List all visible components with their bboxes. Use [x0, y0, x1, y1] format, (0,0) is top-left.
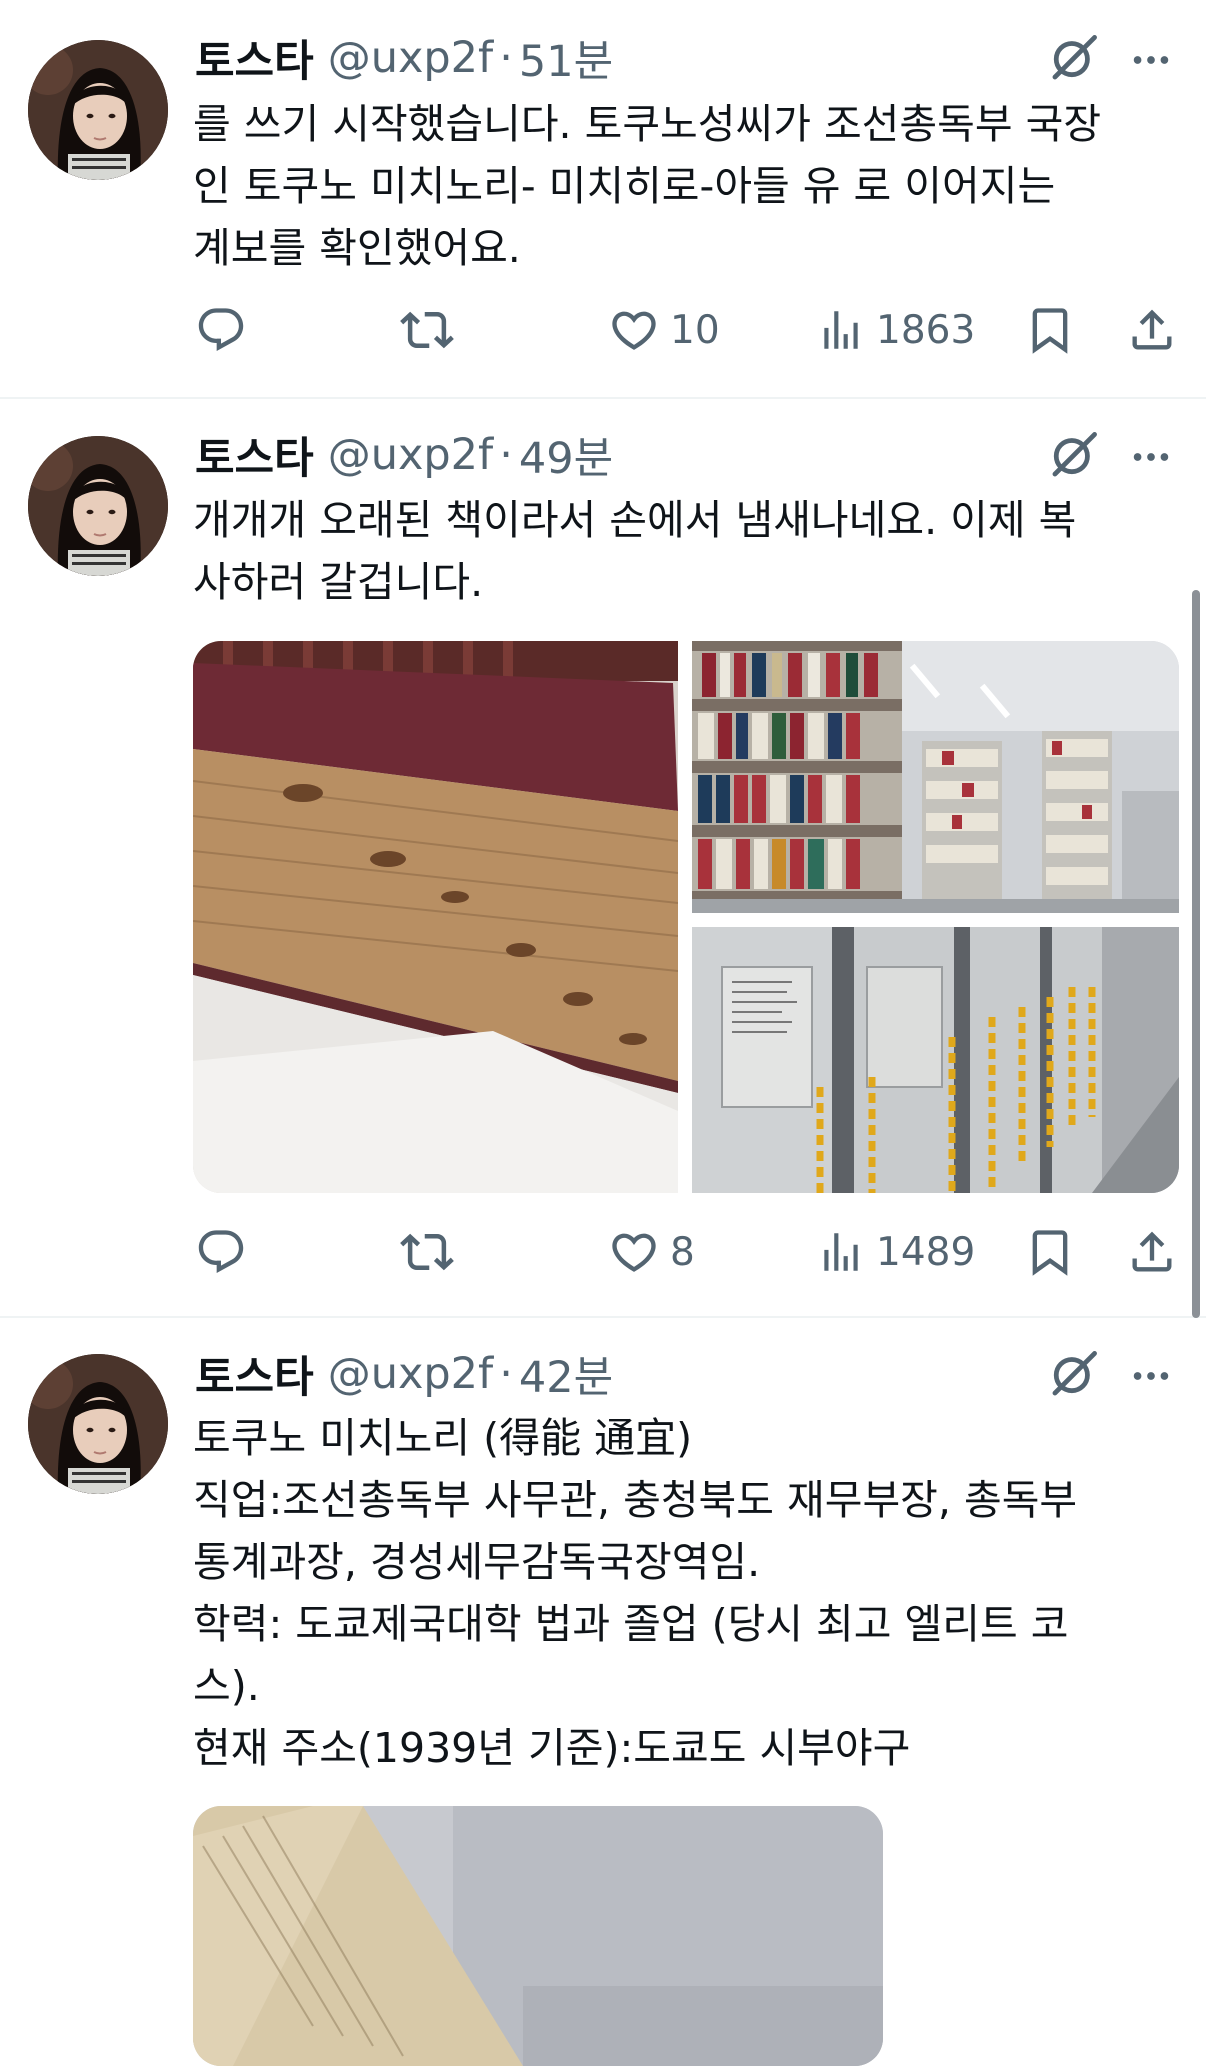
tweet-1[interactable]: 토스타 @uxp2f · 51분 를 쓰기 시작했습니다. 토쿠노성씨가 조선총…: [0, 0, 1206, 395]
like-count: 10: [670, 307, 720, 353]
share-button[interactable]: [1126, 1222, 1178, 1282]
separator-dot: ·: [499, 33, 513, 83]
separator-dot: ·: [499, 1349, 513, 1399]
grok-icon[interactable]: [1048, 1348, 1100, 1400]
tweet-text-line: 통계과장, 경성세무감독국장역임.: [193, 1538, 761, 1586]
tweet-time[interactable]: 49분: [519, 424, 613, 486]
share-icon: [1126, 1226, 1178, 1278]
bookmark-icon: [1024, 304, 1076, 356]
media-grid: [193, 641, 1179, 1193]
more-icon[interactable]: [1128, 37, 1174, 83]
tweet-text: 개개개 오래된 책이라서 손에서 냄새나네요. 이제 복 사하러 갈겁니다.: [193, 489, 1183, 613]
author-name[interactable]: 토스타: [195, 1343, 314, 1405]
reply-icon: [195, 304, 247, 356]
tweet-text-line: 사하러 갈겁니다.: [193, 558, 484, 606]
views-icon: [816, 305, 866, 355]
tweet-text-line: 스).: [193, 1662, 260, 1710]
retweet-button[interactable]: [400, 300, 454, 360]
author-name[interactable]: 토스타: [195, 27, 314, 89]
tweet-actions: 8 1489: [0, 1222, 1206, 1282]
like-button[interactable]: 10: [608, 300, 720, 360]
media-image-shelves[interactable]: [692, 927, 1179, 1193]
book-photo: [193, 641, 678, 1193]
reply-button[interactable]: [195, 300, 247, 360]
author-handle[interactable]: @uxp2f: [328, 1349, 494, 1399]
share-button[interactable]: [1126, 300, 1178, 360]
tweet-text-line: 를 쓰기 시작했습니다. 토쿠노성씨가 조선총독부 국장: [193, 100, 1102, 148]
views-count: 1863: [876, 307, 976, 353]
heart-icon: [608, 304, 660, 356]
tweet-header: 토스타 @uxp2f · 51분: [195, 28, 613, 88]
tweet-text-line: 학력: 도쿄제국대학 법과 졸업 (당시 최고 엘리트 코: [193, 1600, 1069, 1648]
grok-icon[interactable]: [1048, 32, 1100, 84]
tweet-text-line: 토쿠노 미치노리 (得能 通宜): [193, 1414, 693, 1462]
avatar[interactable]: [28, 436, 168, 576]
views-button[interactable]: 1863: [816, 300, 975, 360]
media-image-library[interactable]: [692, 641, 1179, 913]
views-count: 1489: [876, 1229, 976, 1275]
library-photo: [692, 641, 1179, 913]
author-handle[interactable]: @uxp2f: [328, 430, 494, 480]
tweet-header: 토스타 @uxp2f · 42분: [195, 1344, 613, 1404]
avatar[interactable]: [28, 1354, 168, 1494]
like-button[interactable]: 8: [608, 1222, 695, 1282]
tweet-text-line: 인 토쿠노 미치노리- 미치히로-아들 유 로 이어지는: [193, 162, 1056, 210]
author-handle[interactable]: @uxp2f: [328, 33, 494, 83]
avatar-image: [28, 436, 168, 576]
grok-icon[interactable]: [1048, 429, 1100, 481]
heart-icon: [608, 1226, 660, 1278]
tweet-2[interactable]: 토스타 @uxp2f · 49분 개개개 오래된 책이라서 손에서 냄새나네요.…: [0, 399, 1206, 1316]
tweet-3[interactable]: 토스타 @uxp2f · 42분 토쿠노 미치노리 (得能 通宜) 직업:조선총…: [0, 1318, 1206, 2066]
retweet-button[interactable]: [400, 1222, 454, 1282]
tweet-text-line: 현재 주소(1939년 기준):도쿄도 시부야구: [193, 1724, 911, 1772]
avatar-image: [28, 1354, 168, 1494]
retweet-icon: [400, 303, 454, 357]
tweet-text-line: 계보를 확인했어요.: [193, 224, 521, 272]
author-name[interactable]: 토스타: [195, 424, 314, 486]
tweet-time[interactable]: 51분: [519, 27, 613, 89]
views-button[interactable]: 1489: [816, 1222, 975, 1282]
reply-button[interactable]: [195, 1222, 247, 1282]
separator-dot: ·: [499, 430, 513, 480]
document-photo: [193, 1806, 883, 2066]
bookmark-button[interactable]: [1024, 300, 1076, 360]
bookmark-icon: [1024, 1226, 1076, 1278]
shelves-photo: [692, 927, 1179, 1193]
reply-icon: [195, 1226, 247, 1278]
tweet-time[interactable]: 42분: [519, 1343, 613, 1405]
tweet-text: 토쿠노 미치노리 (得能 通宜) 직업:조선총독부 사무관, 충청북도 재무부장…: [193, 1407, 1183, 1779]
tweet-text-line: 직업:조선총독부 사무관, 충청북도 재무부장, 총독부: [193, 1476, 1078, 1524]
tweet-text-line: 개개개 오래된 책이라서 손에서 냄새나네요. 이제 복: [193, 496, 1077, 544]
views-icon: [816, 1227, 866, 1277]
tweet-text: 를 쓰기 시작했습니다. 토쿠노성씨가 조선총독부 국장 인 토쿠노 미치노리-…: [193, 93, 1183, 279]
tweet-actions: 10 1863: [0, 300, 1206, 360]
like-count: 8: [670, 1229, 695, 1275]
tweet-header: 토스타 @uxp2f · 49분: [195, 425, 613, 485]
avatar[interactable]: [28, 40, 168, 180]
bookmark-button[interactable]: [1024, 1222, 1076, 1282]
share-icon: [1126, 304, 1178, 356]
retweet-icon: [400, 1225, 454, 1279]
more-icon[interactable]: [1128, 434, 1174, 480]
avatar-image: [28, 40, 168, 180]
media-image-document[interactable]: [193, 1806, 883, 2066]
media-image-book[interactable]: [193, 641, 678, 1193]
scrollbar[interactable]: [1192, 590, 1200, 1318]
more-icon[interactable]: [1128, 1353, 1174, 1399]
